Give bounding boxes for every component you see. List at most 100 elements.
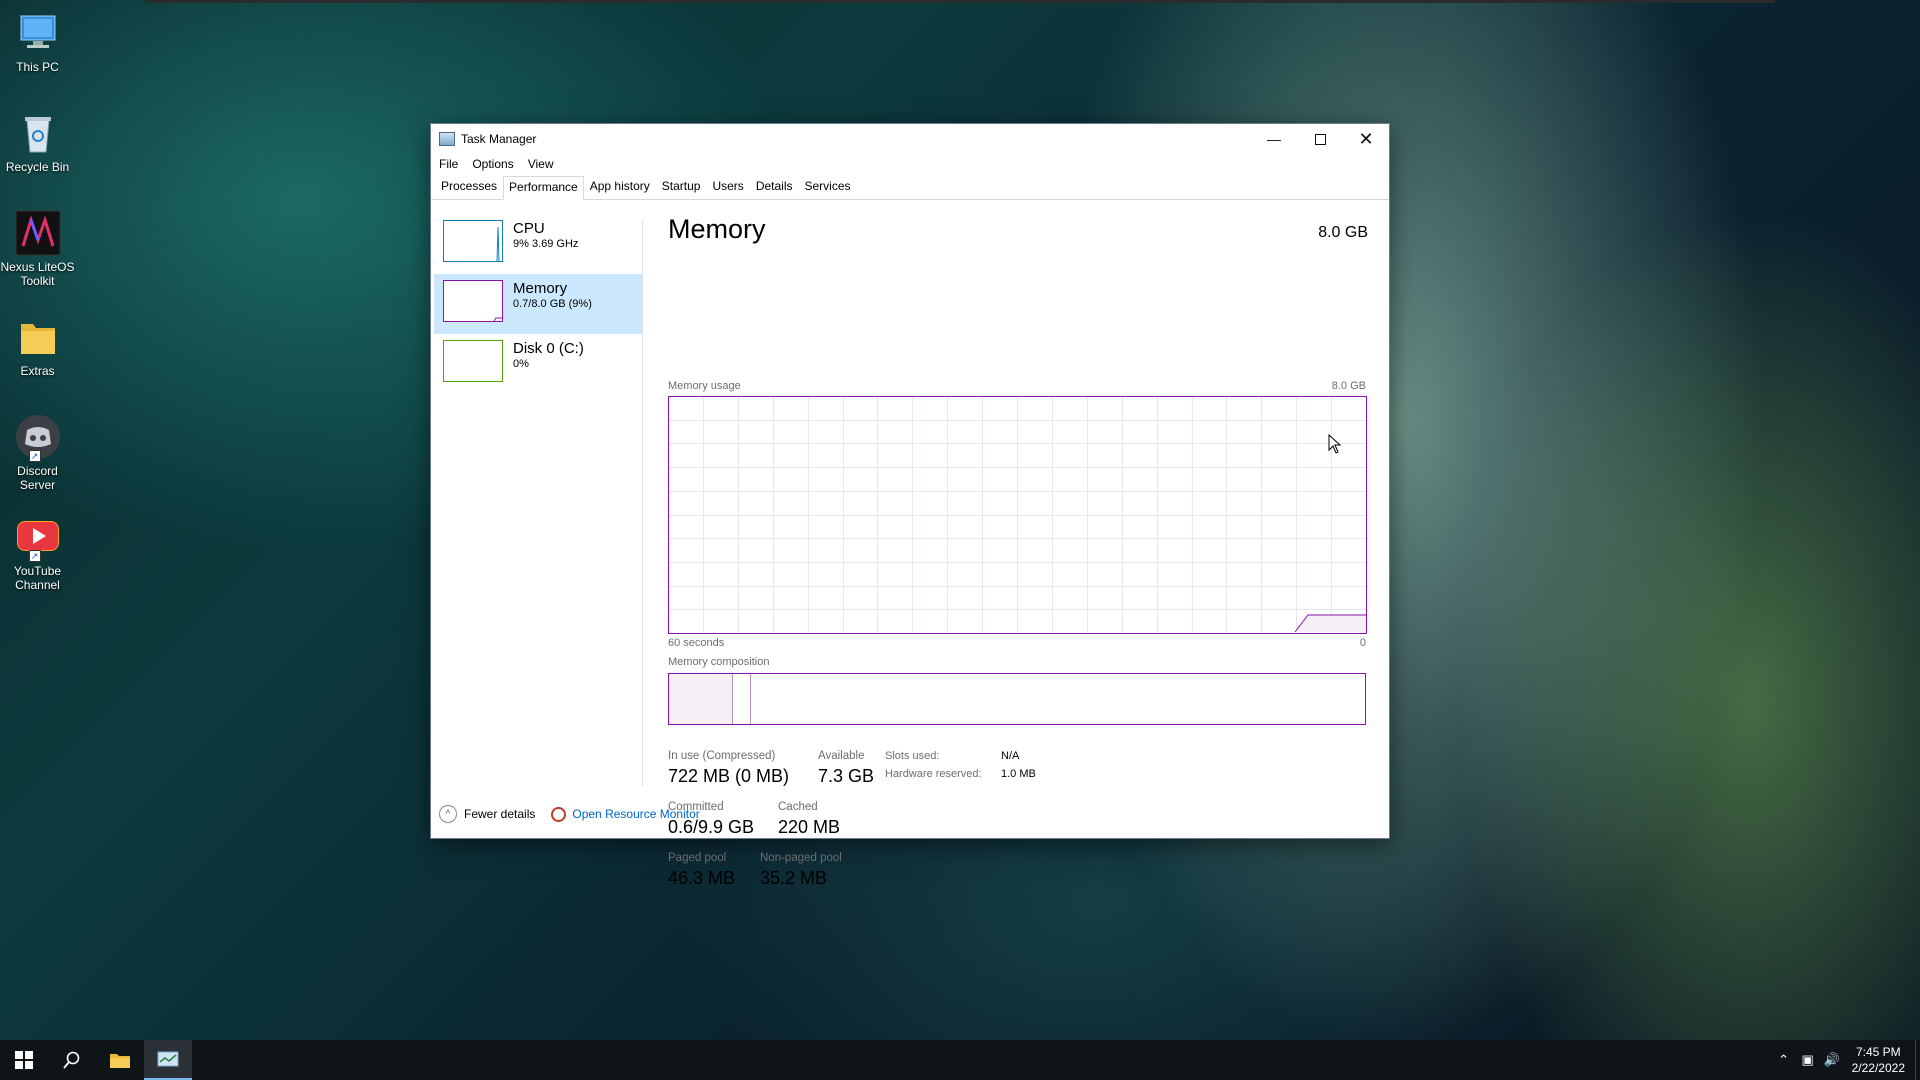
search-icon — [63, 1051, 80, 1069]
memory-usage-max: 8.0 GB — [1331, 380, 1366, 392]
youtube-icon: ↗ — [15, 514, 61, 562]
clock-time: 7:45 PM — [1855, 1045, 1901, 1059]
stat-paged-pool: Paged pool 46.3 MB — [668, 852, 735, 889]
stat-value: 220 MB — [778, 817, 841, 837]
title-bar[interactable]: Task Manager — ✕ — [431, 124, 1389, 154]
composition-modified — [733, 674, 751, 724]
stat-value: 722 MB (0 MB) — [668, 766, 790, 786]
tab-bar: Processes Performance App history Startu… — [431, 174, 1389, 200]
open-resource-monitor-link[interactable]: Open Resource Monitor — [572, 807, 699, 821]
chevron-up-icon[interactable]: ⌃ — [1772, 1052, 1796, 1068]
detail-hardware-reserved: Hardware reserved: — [885, 768, 982, 780]
sidebar-item-cpu[interactable]: CPU 9% 3.69 GHz — [434, 214, 642, 274]
sidebar-item-subtitle: 0.7/8.0 GB (9%) — [513, 298, 592, 310]
sidebar-item-title: CPU — [513, 220, 545, 237]
chevron-up-icon[interactable]: ^ — [439, 805, 457, 823]
desktop-icon-this-pc[interactable]: This PC — [0, 10, 75, 74]
task-manager-icon — [439, 132, 455, 146]
tab-app-history[interactable]: App history — [584, 174, 656, 199]
recycle-bin-icon — [15, 110, 61, 156]
detail-hardware-reserved-value: 1.0 MB — [1001, 768, 1036, 780]
desktop-icon-label: Extras — [20, 364, 55, 378]
stat-in-use: In use (Compressed) 722 MB (0 MB) — [668, 750, 789, 787]
tab-startup[interactable]: Startup — [656, 174, 707, 199]
stat-available: Available 7.3 GB — [818, 750, 874, 787]
panel-divider[interactable] — [642, 221, 643, 786]
stat-value: 35.2 MB — [760, 868, 828, 888]
memory-thumbnail-graph — [443, 280, 503, 322]
graph-time-left: 60 seconds — [668, 637, 725, 649]
memory-composition-bar — [668, 673, 1366, 725]
tab-processes[interactable]: Processes — [435, 174, 503, 199]
stat-label: Paged pool — [668, 852, 727, 864]
search-button[interactable] — [48, 1040, 96, 1080]
detail-label: Slots used: — [885, 750, 940, 762]
stat-label: In use (Compressed) — [668, 750, 776, 762]
volume-icon[interactable]: 🔊 — [1820, 1052, 1844, 1068]
memory-usage-label: Memory usage — [668, 380, 741, 392]
desktop-icon-nexus[interactable]: Nexus LiteOS Toolkit — [0, 210, 75, 288]
desktop-icon-discord[interactable]: ↗ Discord Server — [0, 414, 75, 492]
mouse-cursor-icon — [1328, 434, 1342, 454]
folder-icon — [15, 314, 61, 360]
shortcut-arrow-icon: ↗ — [28, 550, 41, 562]
window-title: Task Manager — [461, 132, 537, 146]
stat-value: 46.3 MB — [668, 868, 736, 888]
stat-label: Non-paged pool — [760, 852, 842, 864]
stat-non-paged-pool: Non-paged pool 35.2 MB — [760, 852, 842, 889]
stat-cached: Cached 220 MB — [778, 801, 840, 838]
memory-usage-graph — [668, 396, 1367, 634]
composition-in-use — [669, 674, 733, 724]
graph-time-right: 0 — [1359, 637, 1366, 649]
computer-icon — [15, 10, 61, 56]
tab-services[interactable]: Services — [799, 174, 857, 199]
minimize-button[interactable]: — — [1251, 124, 1297, 154]
desktop-icon-recycle-bin[interactable]: Recycle Bin — [0, 110, 75, 174]
discord-icon: ↗ — [15, 414, 61, 462]
resource-sidebar: CPU 9% 3.69 GHz Memory 0.7/8.0 GB (9%) D… — [434, 214, 642, 394]
desktop-icon-youtube[interactable]: ↗ YouTube Channel — [0, 514, 75, 592]
desktop-icon-label: This PC — [16, 60, 59, 74]
clock[interactable]: 7:45 PM 2/22/2022 — [1844, 1044, 1915, 1076]
detail-label: Hardware reserved: — [885, 768, 982, 780]
desktop-icon-label: YouTube Channel — [13, 564, 62, 592]
menu-options[interactable]: Options — [470, 157, 521, 171]
desktop-icon-label: Discord Server — [17, 464, 58, 492]
taskbar-file-explorer[interactable] — [96, 1040, 144, 1080]
detail-value: N/A — [1001, 750, 1020, 762]
windows-logo-icon — [15, 1051, 33, 1069]
stat-value: 7.3 GB — [818, 766, 875, 786]
task-manager-icon — [157, 1051, 179, 1067]
stat-label: Available — [818, 750, 865, 762]
menu-view[interactable]: View — [526, 157, 562, 171]
minimize-icon: — — [1267, 131, 1281, 147]
detail-slots-used-value: N/A — [1001, 750, 1019, 762]
tab-users[interactable]: Users — [706, 174, 749, 199]
menu-file[interactable]: File — [437, 157, 466, 171]
show-desktop-button[interactable] — [1915, 1040, 1920, 1080]
taskbar-task-manager[interactable] — [144, 1040, 192, 1080]
sidebar-item-subtitle: 9% 3.69 GHz — [513, 238, 579, 250]
desktop-icon-extras[interactable]: Extras — [0, 314, 75, 378]
window-top-edge — [145, 0, 1775, 3]
resource-monitor-icon — [551, 806, 567, 822]
sidebar-item-title: Memory — [513, 280, 568, 297]
close-button[interactable]: ✕ — [1343, 124, 1389, 154]
sidebar-item-disk[interactable]: Disk 0 (C:) 0% — [434, 334, 642, 394]
desktop-icon-label: Nexus LiteOS Toolkit — [0, 260, 75, 288]
tab-performance[interactable]: Performance — [503, 176, 584, 200]
disk-thumbnail-graph — [443, 340, 503, 382]
detail-slots-used: Slots used: — [885, 750, 939, 762]
clock-date: 2/22/2022 — [1851, 1061, 1905, 1075]
system-tray: ⌃ ▣ 🔊 7:45 PM 2/22/2022 — [1772, 1040, 1920, 1080]
tab-details[interactable]: Details — [750, 174, 799, 199]
maximize-button[interactable] — [1297, 124, 1343, 154]
network-icon[interactable]: ▣ — [1796, 1052, 1820, 1068]
task-manager-window: Task Manager — ✕ File Options View Proce… — [430, 123, 1390, 888]
stat-label: Cached — [778, 801, 818, 813]
fewer-details-button[interactable]: Fewer details — [464, 807, 535, 821]
sidebar-item-subtitle: 0% — [513, 358, 529, 370]
start-button[interactable] — [0, 1040, 48, 1080]
desktop-icon-label: Recycle Bin — [5, 160, 70, 174]
sidebar-item-memory[interactable]: Memory 0.7/8.0 GB (9%) — [434, 274, 642, 334]
